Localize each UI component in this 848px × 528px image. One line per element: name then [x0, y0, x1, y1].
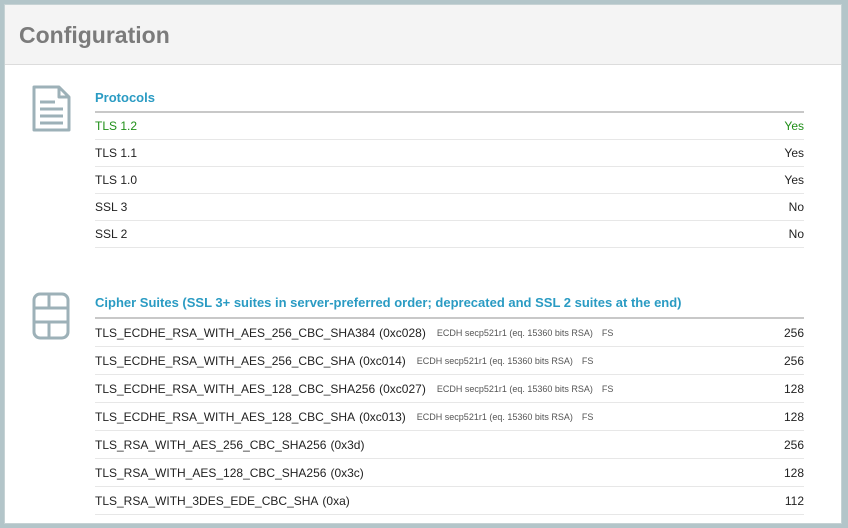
protocol-name: TLS 1.1 [95, 146, 138, 160]
forward-secrecy-flag: FS [581, 411, 594, 422]
cipher-strength-bits: 256 [783, 353, 804, 368]
key-exchange-info: ECDH secp521r1 (eq. 15360 bits RSA) [436, 383, 593, 394]
cipher-suite-name: TLS_RSA_WITH_AES_128_CBC_SHA256 [95, 465, 327, 480]
protocol-row: TLS 1.1 Yes [95, 140, 804, 167]
cipher-suite-name: TLS_ECDHE_RSA_WITH_AES_128_CBC_SHA256 [95, 381, 376, 396]
cipher-suite-row: TLS_RSA_WITH_3DES_EDE_CBC_SHA (0xa) 112 [95, 487, 804, 515]
cipher-suite-name: TLS_ECDHE_RSA_WITH_AES_128_CBC_SHA [95, 409, 356, 424]
cipher-suite-row: TLS_RSA_WITH_AES_256_CBC_SHA256 (0x3d) 256 [95, 431, 804, 459]
cipher-strength-bits: 112 [784, 493, 804, 508]
document-icon [32, 85, 71, 132]
cipher-suites-table: TLS_ECDHE_RSA_WITH_AES_256_CBC_SHA384 (0x… [95, 319, 804, 515]
forward-secrecy-flag: FS [581, 355, 594, 366]
protocol-name: TLS 1.0 [95, 173, 138, 187]
list-table-icon [32, 292, 70, 340]
protocol-name: SSL 3 [95, 200, 128, 214]
protocol-support-value: Yes [784, 119, 804, 133]
cipher-suite-code: (0xc013) [359, 409, 406, 424]
key-exchange-info: ECDH secp521r1 (eq. 15360 bits RSA) [416, 411, 573, 422]
protocol-support-value: Yes [784, 173, 804, 187]
protocol-support-value: Yes [784, 146, 804, 160]
protocols-table: TLS 1.2 Yes TLS 1.1 Yes TLS 1.0 Yes SSL 3 No SSL… [95, 113, 804, 248]
protocol-row: SSL 2 No [95, 221, 804, 248]
forward-secrecy-flag: FS [601, 383, 614, 394]
cipher-suite-code: (0xc014) [359, 353, 406, 368]
cipher-suite-code: (0xa) [322, 493, 350, 508]
protocol-name: TLS 1.2 [95, 119, 138, 133]
cipher-strength-bits: 128 [783, 409, 804, 424]
cipher-suite-code: (0x3d) [330, 437, 365, 452]
protocol-name: SSL 2 [95, 227, 128, 241]
page-header: Configuration [5, 5, 841, 65]
protocol-row: TLS 1.2 Yes [95, 113, 804, 140]
cipher-strength-bits: 256 [783, 437, 804, 452]
cipher-suites-title: Cipher Suites (SSL 3+ suites in server-p… [95, 295, 682, 310]
cipher-suite-row: TLS_ECDHE_RSA_WITH_AES_256_CBC_SHA384 (0x… [95, 319, 804, 347]
cipher-strength-bits: 128 [783, 465, 804, 480]
key-exchange-info: ECDH secp521r1 (eq. 15360 bits RSA) [416, 355, 573, 366]
protocol-support-value: No [788, 200, 804, 214]
forward-secrecy-flag: FS [601, 327, 614, 338]
cipher-suite-row: TLS_RSA_WITH_AES_128_CBC_SHA256 (0x3c) 128 [95, 459, 804, 487]
cipher-suite-name: TLS_RSA_WITH_3DES_EDE_CBC_SHA [95, 493, 319, 508]
protocols-title: Protocols [95, 90, 155, 105]
cipher-suite-name: TLS_RSA_WITH_AES_256_CBC_SHA256 [95, 437, 327, 452]
cipher-suite-row: TLS_ECDHE_RSA_WITH_AES_256_CBC_SHA (0xc01… [95, 347, 804, 375]
configuration-panel: Configuration Protocols TLS 1.2 Yes TLS 1.… [4, 4, 842, 524]
cipher-suite-code: (0xc027) [379, 381, 426, 396]
protocol-support-value: No [788, 227, 804, 241]
cipher-suite-name: TLS_ECDHE_RSA_WITH_AES_256_CBC_SHA [95, 353, 356, 368]
key-exchange-info: ECDH secp521r1 (eq. 15360 bits RSA) [436, 327, 593, 338]
protocol-row: SSL 3 No [95, 194, 804, 221]
cipher-suite-row: TLS_ECDHE_RSA_WITH_AES_128_CBC_SHA (0xc01… [95, 403, 804, 431]
protocol-row: TLS 1.0 Yes [95, 167, 804, 194]
cipher-suite-code: (0xc028) [379, 325, 426, 340]
cipher-strength-bits: 256 [783, 325, 804, 340]
cipher-suite-code: (0x3c) [330, 465, 364, 480]
cipher-suite-name: TLS_ECDHE_RSA_WITH_AES_256_CBC_SHA384 [95, 325, 376, 340]
page-title: Configuration [19, 22, 170, 48]
cipher-suite-row: TLS_ECDHE_RSA_WITH_AES_128_CBC_SHA256 (0x… [95, 375, 804, 403]
cipher-strength-bits: 128 [783, 381, 804, 396]
